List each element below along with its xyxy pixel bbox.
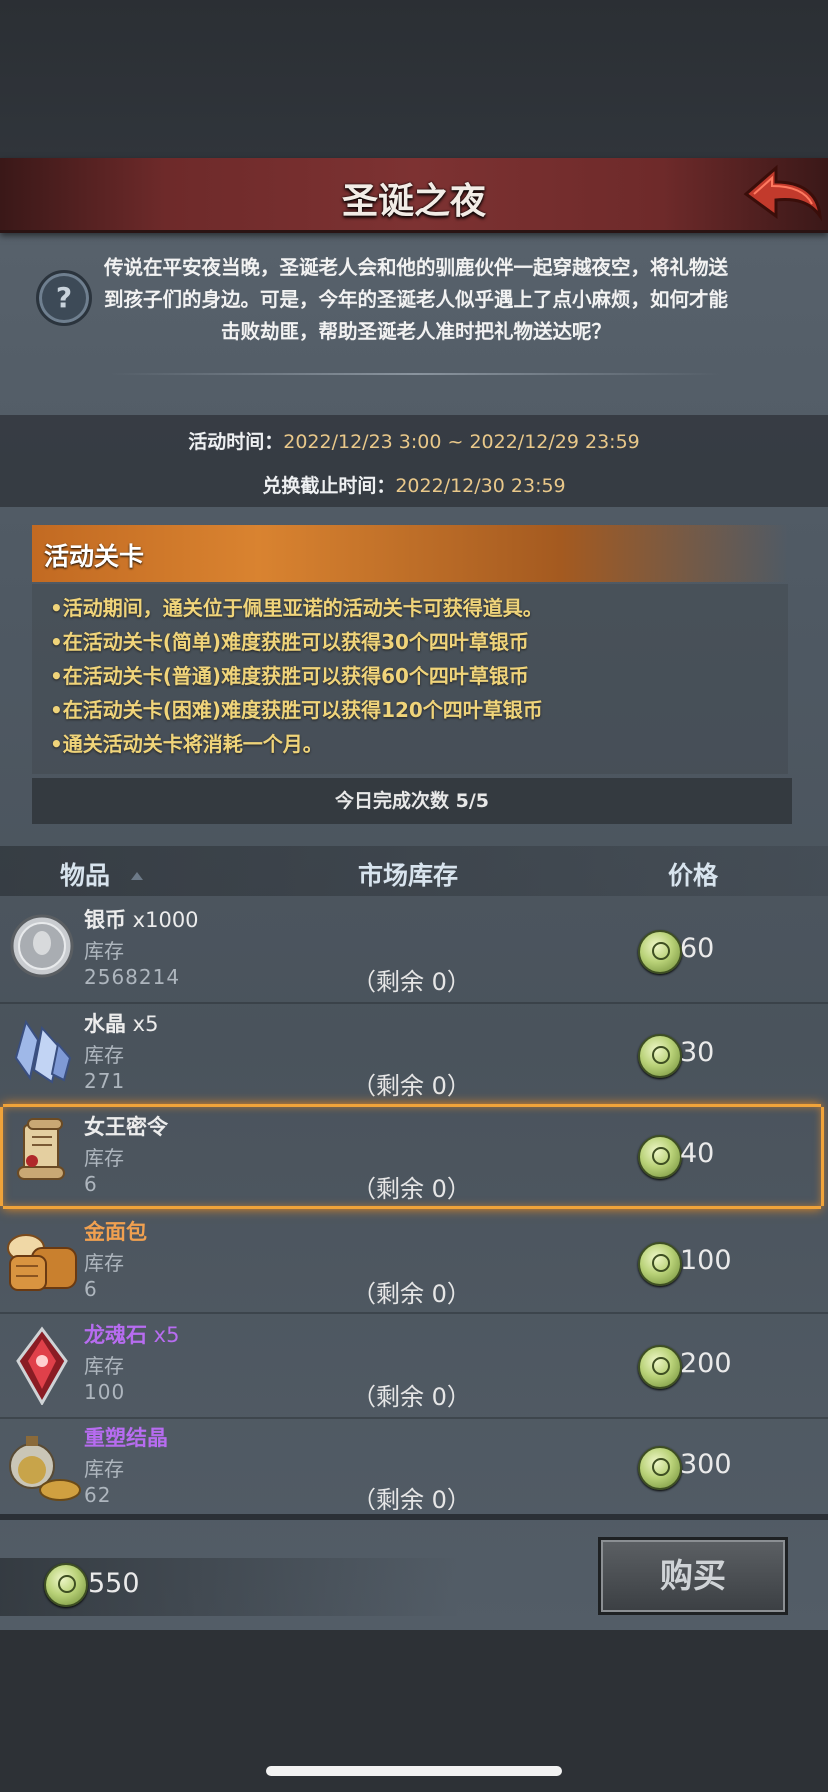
item-name-text: 龙魂石 bbox=[84, 1323, 147, 1347]
bread-icon bbox=[4, 1226, 80, 1298]
back-arrow-icon bbox=[743, 164, 822, 222]
table-row-selected[interactable]: 女王密令 库存 6 （剩余 0） 40 bbox=[0, 1104, 824, 1209]
item-name: 重塑结晶 bbox=[84, 1422, 168, 1452]
selection-edge bbox=[821, 1107, 824, 1206]
rule-item: •在活动关卡(简单)难度获胜可以获得30个四叶草银币 bbox=[50, 630, 529, 654]
item-name: 金面包 bbox=[84, 1216, 147, 1246]
today-completion-count: 今日完成次数 5/5 bbox=[32, 778, 792, 824]
rule-item: •通关活动关卡将消耗一个月。 bbox=[50, 732, 323, 756]
exchange-deadline: 兑换截止时间：2022/12/30 23:59 bbox=[0, 471, 828, 498]
clover-coin-icon bbox=[44, 1563, 88, 1607]
event-description: 传说在平安夜当晚，圣诞老人会和他的驯鹿伙伴一起穿越夜空，将礼物送到孩子们的身边。… bbox=[103, 256, 728, 343]
stock-value: 62 bbox=[84, 1483, 112, 1507]
buy-button[interactable]: 购买 bbox=[598, 1537, 788, 1615]
clover-coin-icon bbox=[638, 1242, 682, 1286]
item-price: 300 bbox=[680, 1449, 732, 1480]
remaining-count: （剩余 0） bbox=[352, 968, 471, 996]
item-qty: x5 bbox=[147, 1323, 180, 1347]
help-icon[interactable]: ? bbox=[36, 270, 92, 326]
scroll-icon bbox=[8, 1115, 76, 1187]
remold-crystal-icon bbox=[6, 1430, 82, 1502]
item-name-text: 水晶 bbox=[84, 1012, 126, 1036]
sort-asc-icon bbox=[131, 872, 143, 880]
clover-coin-icon bbox=[638, 1345, 682, 1389]
exchange-deadline-label: 兑换截止时间： bbox=[262, 475, 396, 497]
item-name: 水晶 x5 bbox=[84, 1008, 158, 1038]
stock-label: 库存 bbox=[84, 1251, 124, 1275]
back-button[interactable] bbox=[740, 160, 824, 226]
item-price: 100 bbox=[680, 1245, 732, 1276]
event-time: 活动时间：2022/12/23 3:00 ~ 2022/12/29 23:59 bbox=[0, 427, 828, 454]
section-title: 活动关卡 bbox=[44, 542, 145, 571]
table-row[interactable]: 金面包 库存 6 （剩余 0） 100 bbox=[0, 1212, 828, 1315]
stock-label: 库存 bbox=[84, 1043, 124, 1067]
table-row[interactable]: 银币 x1000 库存 2568214 （剩余 0） 60 bbox=[0, 900, 828, 1003]
item-qty: x5 bbox=[126, 1012, 159, 1036]
item-qty: x1000 bbox=[126, 908, 199, 932]
clover-coin-icon bbox=[638, 1135, 682, 1179]
table-row[interactable]: 重塑结晶 库存 62 （剩余 0） 300 bbox=[0, 1418, 828, 1510]
item-name: 银币 x1000 bbox=[84, 904, 199, 934]
stock-label: 库存 bbox=[84, 1354, 124, 1378]
rule-item: •活动期间，通关位于佩里亚诺的活动关卡可获得道具。 bbox=[50, 596, 543, 620]
item-name-text: 金面包 bbox=[84, 1220, 147, 1244]
item-name: 女王密令 bbox=[84, 1111, 168, 1141]
table-row[interactable]: 水晶 x5 库存 271 （剩余 0） 30 bbox=[0, 1004, 828, 1107]
event-time-value: 2022/12/23 3:00 ~ 2022/12/29 23:59 bbox=[283, 431, 640, 453]
item-name-text: 女王密令 bbox=[84, 1115, 168, 1139]
column-stock: 市场库存 bbox=[358, 861, 459, 890]
stock-label: 库存 bbox=[84, 939, 124, 963]
top-backdrop bbox=[0, 0, 828, 158]
remaining-count: （剩余 0） bbox=[352, 1486, 471, 1510]
stock-value: 6 bbox=[84, 1172, 98, 1196]
stock-value: 100 bbox=[84, 1380, 126, 1404]
stock-label: 库存 bbox=[84, 1457, 124, 1481]
rule-item: •在活动关卡(普通)难度获胜可以获得60个四叶草银币 bbox=[50, 664, 529, 688]
column-price: 价格 bbox=[668, 861, 719, 890]
selection-edge bbox=[0, 1107, 3, 1206]
remaining-count: （剩余 0） bbox=[352, 1280, 471, 1308]
home-indicator[interactable] bbox=[266, 1766, 562, 1776]
stock-value: 2568214 bbox=[84, 965, 181, 989]
item-name: 龙魂石 x5 bbox=[84, 1319, 179, 1349]
item-price: 30 bbox=[680, 1037, 715, 1068]
list-footer-divider bbox=[0, 1514, 828, 1520]
remaining-count: （剩余 0） bbox=[352, 1383, 471, 1411]
item-name-text: 重塑结晶 bbox=[84, 1426, 168, 1450]
item-price: 200 bbox=[680, 1348, 732, 1379]
section-header bbox=[32, 525, 788, 582]
remaining-count: （剩余 0） bbox=[352, 1072, 471, 1100]
remaining-count: （剩余 0） bbox=[352, 1175, 471, 1203]
dragon-soul-stone-icon bbox=[8, 1325, 76, 1407]
table-row[interactable]: 龙魂石 x5 库存 100 （剩余 0） 200 bbox=[0, 1315, 828, 1418]
crystal-icon bbox=[8, 1014, 76, 1086]
silver-coin-icon bbox=[8, 910, 76, 982]
wallet-balance: 550 bbox=[88, 1568, 140, 1599]
event-time-label: 活动时间： bbox=[188, 431, 284, 453]
page-title: 圣诞之夜 bbox=[341, 181, 486, 222]
clover-coin-icon bbox=[638, 930, 682, 974]
rule-item: •在活动关卡(困难)难度获胜可以获得120个四叶草银币 bbox=[50, 698, 543, 722]
clover-coin-icon bbox=[638, 1034, 682, 1078]
divider bbox=[110, 373, 720, 375]
item-name-text: 银币 bbox=[84, 908, 126, 932]
stock-label: 库存 bbox=[84, 1146, 124, 1170]
clover-coin-icon bbox=[638, 1446, 682, 1490]
item-price: 60 bbox=[680, 933, 715, 964]
stock-value: 271 bbox=[84, 1069, 126, 1093]
column-item[interactable]: 物品 bbox=[60, 856, 110, 892]
row-divider bbox=[0, 1312, 828, 1314]
stock-value: 6 bbox=[84, 1277, 98, 1301]
exchange-deadline-value: 2022/12/30 23:59 bbox=[395, 475, 566, 497]
item-price: 40 bbox=[680, 1138, 715, 1169]
